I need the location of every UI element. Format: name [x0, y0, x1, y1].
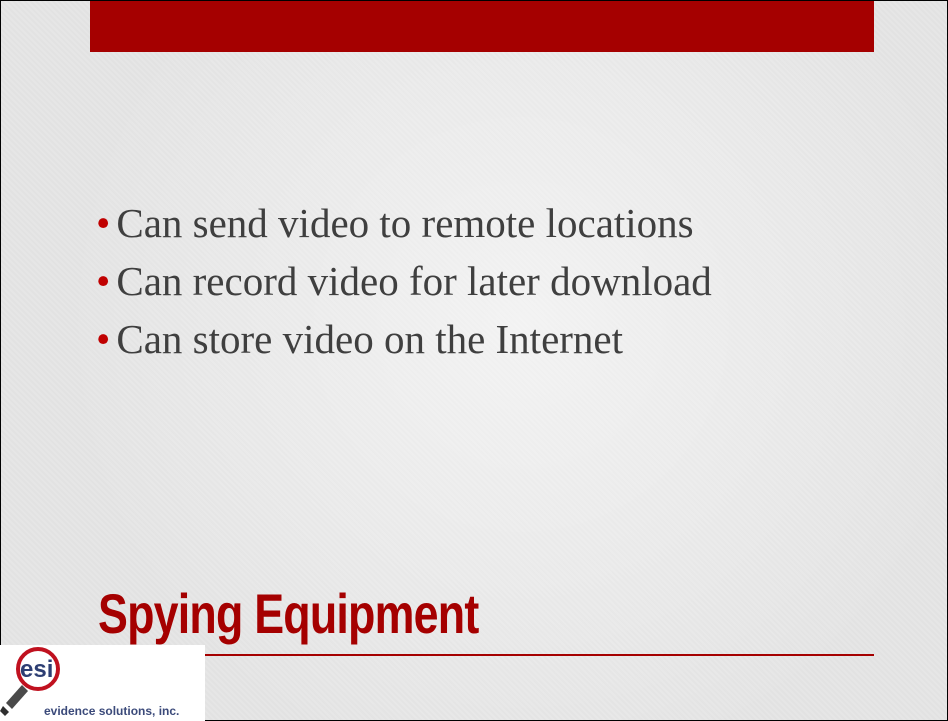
title-underline — [98, 654, 874, 656]
bullet-dot-icon: • — [96, 200, 111, 246]
bullet-item: • Can store video on the Internet — [96, 310, 712, 368]
bullet-text: Can store video on the Internet — [116, 316, 624, 362]
bullet-item: • Can record video for later download — [96, 252, 712, 310]
bullet-text: Can send video to remote locations — [116, 200, 694, 246]
bullet-item: • Can send video to remote locations — [96, 194, 712, 252]
logo-company-name: evidence solutions, inc. — [44, 704, 180, 718]
bullet-dot-icon: • — [96, 258, 111, 304]
slide-title: Spying Equipment — [98, 582, 479, 645]
bullet-text: Can record video for later download — [116, 258, 712, 304]
logo-mark-text: esi — [20, 656, 53, 683]
company-logo: esi evidence solutions, inc. — [0, 645, 205, 721]
slide: • Can send video to remote locations • Can… — [0, 0, 948, 721]
bullet-list: • Can send video to remote locations • Can… — [96, 194, 712, 368]
bullet-dot-icon: • — [96, 316, 111, 362]
top-accent-bar — [90, 1, 874, 52]
